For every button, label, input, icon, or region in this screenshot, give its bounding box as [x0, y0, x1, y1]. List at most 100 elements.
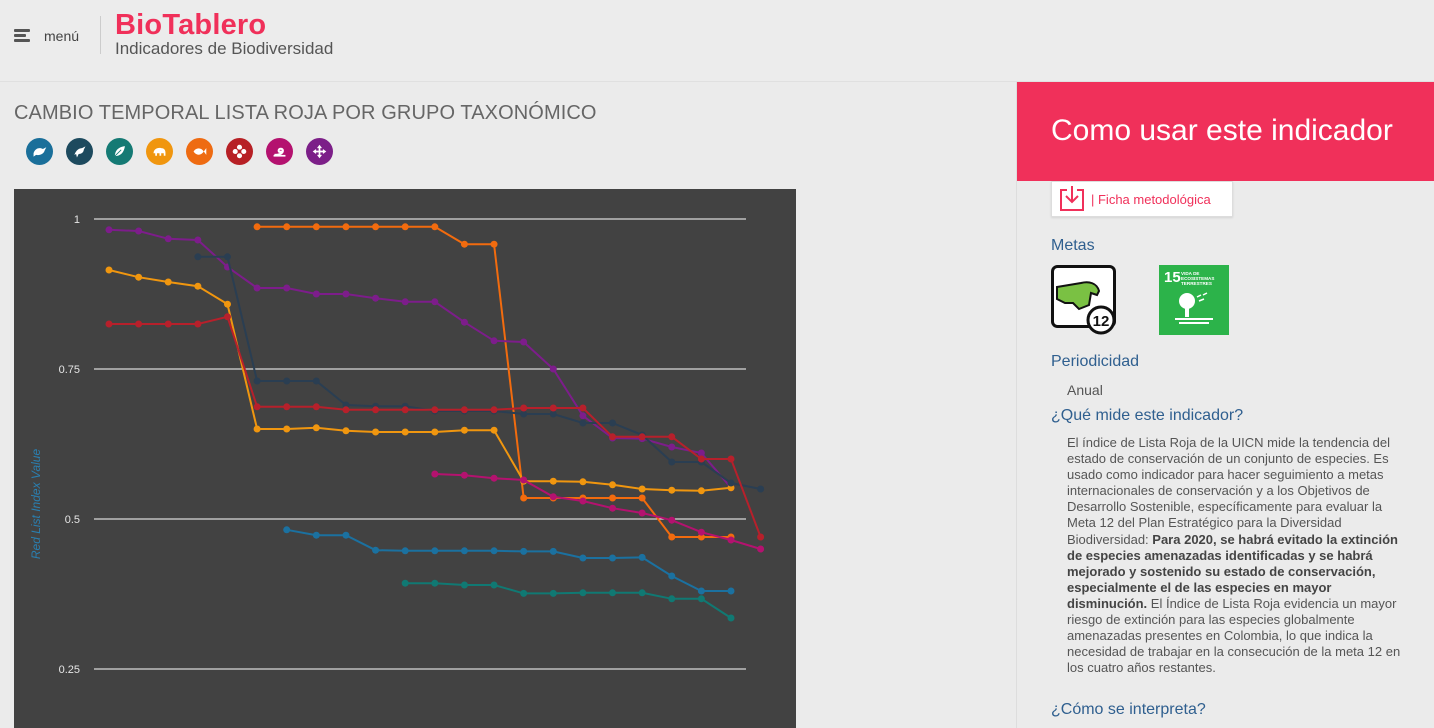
tree-icon: [1175, 292, 1213, 324]
taxon-invertebrate-button[interactable]: [306, 138, 333, 165]
data-point: [668, 516, 676, 524]
data-point: [490, 406, 498, 414]
data-point: [609, 554, 617, 562]
data-point: [194, 236, 202, 244]
desc-text-1: El índice de Lista Roja de la UICN mide …: [1067, 435, 1391, 547]
chart-title: CAMBIO TEMPORAL LISTA ROJA POR GRUPO TAX…: [14, 102, 597, 124]
data-point: [283, 526, 291, 534]
data-point: [609, 433, 617, 441]
data-point: [105, 266, 113, 274]
data-point: [549, 410, 557, 418]
series-line: [286, 528, 731, 592]
info-panel: Como usar este indicador | Ficha metodol…: [1016, 82, 1434, 728]
data-point: [135, 273, 143, 281]
arrows-icon: [312, 144, 327, 159]
indicator-description: El índice de Lista Roja de la UICN mide …: [1067, 435, 1407, 676]
data-point: [283, 284, 291, 292]
data-point: [490, 474, 498, 482]
data-point: [520, 338, 528, 346]
data-point: [401, 223, 409, 231]
taxon-plant-button[interactable]: [106, 138, 133, 165]
panel-header: Como usar este indicador: [1017, 82, 1434, 181]
data-point: [372, 294, 380, 302]
data-point: [638, 553, 646, 561]
data-point: [727, 536, 735, 544]
data-point: [490, 426, 498, 434]
data-point: [520, 404, 528, 412]
periodicidad-title: Periodicidad: [1051, 353, 1140, 370]
series-line: [405, 582, 732, 619]
data-point: [342, 223, 350, 231]
data-point: [401, 579, 409, 587]
meta-badge-number: 12: [1093, 313, 1110, 330]
data-point: [342, 531, 350, 539]
que-mide-title: ¿Qué mide este indicador?: [1051, 407, 1244, 424]
data-point: [609, 419, 617, 427]
y-tick-label: 0.75: [59, 364, 80, 376]
y-tick-label: 1: [74, 214, 80, 226]
sdg-label: VIDA DE ECOSISTEMAS TERRESTRES: [1181, 271, 1215, 286]
data-point: [668, 595, 676, 603]
taxon-crow-button[interactable]: [66, 138, 93, 165]
y-axis-label: Red List Index Value: [29, 449, 43, 560]
sdg-15-icon[interactable]: 15 VIDA DE ECOSISTEMAS TERRESTRES: [1159, 265, 1229, 335]
red-list-line-chart: 1 0.75 0.5 0.25 Red List Index Value: [29, 214, 765, 676]
menu-button[interactable]: menú: [14, 24, 79, 48]
data-point: [460, 318, 468, 326]
data-point: [668, 443, 676, 451]
data-point: [283, 377, 291, 385]
data-point: [164, 278, 172, 286]
brand-title[interactable]: BioTablero: [115, 9, 266, 42]
data-point: [609, 481, 617, 489]
data-point: [401, 547, 409, 555]
data-point: [697, 487, 705, 495]
data-point: [431, 547, 439, 555]
data-point: [460, 426, 468, 434]
data-point: [638, 433, 646, 441]
data-point: [638, 589, 646, 597]
crow-icon: [74, 146, 86, 158]
data-point: [668, 533, 676, 541]
data-point: [312, 377, 320, 385]
data-point: [135, 320, 143, 328]
data-point: [194, 253, 202, 261]
data-point: [460, 547, 468, 555]
data-point: [460, 240, 468, 248]
data-point: [697, 528, 705, 536]
data-point: [342, 427, 350, 435]
data-point: [460, 471, 468, 479]
header-divider: [100, 16, 101, 54]
leaf-icon: [113, 145, 126, 158]
data-point: [490, 581, 498, 589]
data-point: [520, 589, 528, 597]
data-point: [727, 587, 735, 595]
ficha-metodologica-button[interactable]: | Ficha metodológica: [1051, 181, 1233, 217]
data-point: [312, 223, 320, 231]
data-point: [638, 485, 646, 493]
taxon-bird-button[interactable]: [26, 138, 53, 165]
taxon-flower-button[interactable]: [226, 138, 253, 165]
data-point: [520, 410, 528, 418]
data-point: [342, 406, 350, 414]
taxon-reptile-button[interactable]: [266, 138, 293, 165]
sdg-number: 15: [1164, 269, 1181, 286]
taxon-mammal-button[interactable]: [146, 138, 173, 165]
data-point: [549, 404, 557, 412]
bird-icon: [33, 147, 47, 157]
data-point: [697, 449, 705, 457]
reptile-icon: [273, 147, 286, 157]
data-point: [520, 547, 528, 555]
data-point: [579, 554, 587, 562]
taxon-fish-button[interactable]: [186, 138, 213, 165]
data-point: [609, 494, 617, 502]
data-point: [549, 493, 557, 501]
data-point: [431, 223, 439, 231]
data-point: [194, 282, 202, 290]
data-point: [401, 298, 409, 306]
data-point: [312, 531, 320, 539]
data-point: [520, 494, 528, 502]
periodicidad-value: Anual: [1067, 382, 1103, 398]
aichi-target-12-icon[interactable]: 12: [1051, 265, 1121, 335]
series-line: [197, 255, 761, 490]
data-point: [312, 403, 320, 411]
